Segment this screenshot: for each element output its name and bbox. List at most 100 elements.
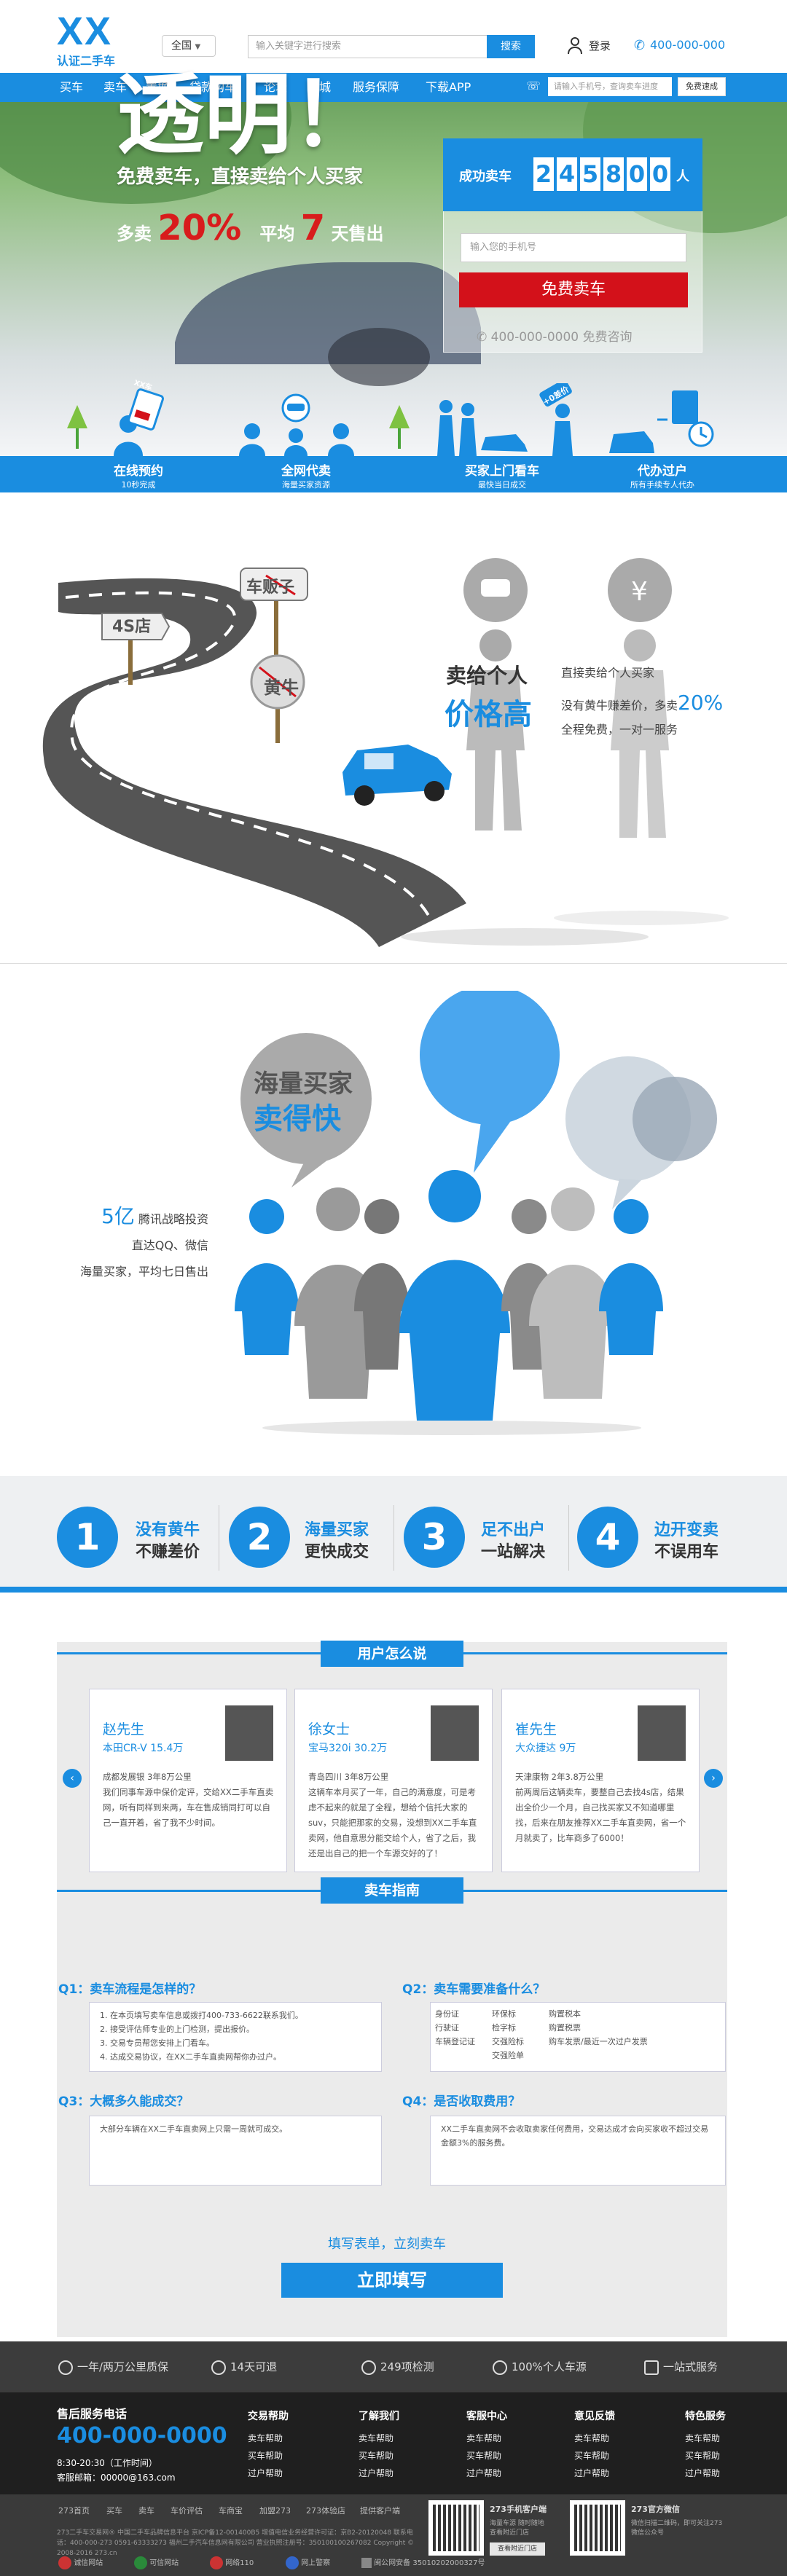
sign-4s-text: 4S店 xyxy=(112,618,152,636)
footer-col-heading: 交易帮助 xyxy=(248,2411,289,2422)
yen-icon: ¥ xyxy=(631,577,648,607)
hero-subtitle: 免费卖车，直接卖给个人买家 xyxy=(117,166,364,188)
doc-cell: 购车发票/最近一次过户发票 xyxy=(549,2037,648,2046)
footer-link[interactable]: 卖车帮助 xyxy=(574,2432,609,2444)
road-title-1: 卖给个人 xyxy=(446,664,528,688)
car-icon xyxy=(342,745,452,806)
phone-number-input[interactable]: 输入您的手机号 xyxy=(461,233,686,262)
footer-link[interactable]: 过户帮助 xyxy=(466,2467,501,2479)
footer-link[interactable]: 卖车帮助 xyxy=(466,2432,501,2444)
docs-row: 车辆登记证 交强险标 购车发票/最近一次过户发票 xyxy=(435,2035,721,2049)
badge-icon xyxy=(361,2558,372,2568)
guarantee-item: 一站式服务 xyxy=(644,2359,718,2375)
feature-title: 边开变卖 xyxy=(654,1521,719,1539)
hero-stat: 多卖 20% 平均 7 天售出 xyxy=(117,208,383,248)
progress-search-button[interactable]: 免费速成 xyxy=(678,77,726,96)
trust-badge[interactable]: 网络110 xyxy=(210,2556,254,2572)
shield-icon xyxy=(58,2360,73,2375)
guarantee-label: 一年/两万公里质保 xyxy=(77,2360,169,2373)
tree-icon xyxy=(389,405,410,449)
hero-stat-days: 7 xyxy=(300,208,326,248)
counter-digit: 0 xyxy=(627,157,647,191)
customer-service-icon xyxy=(239,393,354,456)
doc-cell: 环保标 xyxy=(492,2009,516,2019)
road-line-2: 没有黄牛赚差价，多卖20% xyxy=(561,691,723,715)
logo[interactable]: XX xyxy=(57,10,112,52)
footer-bottom-link[interactable]: 加盟273 xyxy=(259,2505,291,2516)
footer-link[interactable]: 买车帮助 xyxy=(248,2449,283,2462)
hero-stat-percent: 20% xyxy=(157,208,242,248)
buyers-car-icon: +0差价 xyxy=(437,383,573,456)
doc-cell: 购置税票 xyxy=(549,2023,581,2033)
badge-icon xyxy=(134,2556,147,2569)
faq-answer: 大部分车辆在XX二手车直卖网上只需一周就可成交。 xyxy=(89,2116,382,2186)
buyers-line-2: 直达QQ、微信 xyxy=(131,1238,208,1252)
feature-divider xyxy=(568,1505,569,1571)
login-link[interactable]: 登录 xyxy=(589,38,611,53)
trust-badge[interactable]: 诚信网站 xyxy=(58,2556,103,2572)
badge-icon xyxy=(210,2556,223,2569)
footer-bottom-link[interactable]: 273首页 xyxy=(58,2505,90,2516)
app-qr-title: 273手机客户端 xyxy=(490,2505,547,2514)
trust-badge[interactable]: 可信网站 xyxy=(134,2556,179,2572)
nav-item-app[interactable]: 下载APP xyxy=(426,73,471,102)
guarantee-label: 一站式服务 xyxy=(663,2360,719,2373)
footer-link[interactable]: 过户帮助 xyxy=(685,2467,720,2479)
footer-link[interactable]: 过户帮助 xyxy=(574,2467,609,2479)
footer-link[interactable]: 卖车帮助 xyxy=(248,2432,283,2444)
avatar xyxy=(225,1705,273,1761)
guarantee-item: 14天可退 xyxy=(211,2359,277,2375)
carousel-next-button[interactable]: › xyxy=(704,1769,723,1788)
doc-cell: 交强险单 xyxy=(492,2051,524,2060)
trust-badge[interactable]: 网上警察 xyxy=(286,2556,330,2572)
step-subtitle: 海量买家资源 xyxy=(282,480,330,490)
tree-icon xyxy=(67,405,87,449)
footer-link[interactable]: 买车帮助 xyxy=(359,2449,394,2462)
footer-link[interactable]: 卖车帮助 xyxy=(359,2432,394,2444)
docs-row: 身份证 环保标 购置税本 xyxy=(435,2007,721,2021)
footer-bottom-link[interactable]: 提供客户端 xyxy=(360,2505,400,2516)
copyright: 273二手车交易网® 中国二手车品牌信息平台 京ICP备12-001400B5 … xyxy=(57,2529,415,2557)
footer-link[interactable]: 卖车帮助 xyxy=(685,2432,720,2444)
fill-form-button[interactable]: 立即填写 xyxy=(281,2263,503,2298)
footer-link[interactable]: 买车帮助 xyxy=(685,2449,720,2462)
footer-link[interactable]: 过户帮助 xyxy=(248,2467,283,2479)
carousel-prev-button[interactable]: ‹ xyxy=(63,1769,82,1788)
doc-cell: 车辆登记证 xyxy=(435,2037,475,2046)
testimonial-car: 大众捷达 9万 xyxy=(515,1743,576,1754)
guarantee-label: 249项检测 xyxy=(380,2360,434,2373)
road-line-2-percent: 20% xyxy=(678,691,724,715)
footer-bottom-link[interactable]: 买车 xyxy=(106,2505,122,2516)
user-icon xyxy=(567,36,583,55)
footer-link[interactable]: 买车帮助 xyxy=(466,2449,501,2462)
hotline-hours: 8:30-20:30（工作时间） xyxy=(57,2458,157,2468)
footer-bottom-link[interactable]: 车商宝 xyxy=(219,2505,243,2516)
step-network-sale: 全网代卖 海量买家资源 xyxy=(208,456,404,492)
step-transfer: 代办过户 所有手续专人代办 xyxy=(564,456,761,492)
bubble-blue xyxy=(420,991,560,1125)
nav-item-buy[interactable]: 买车 xyxy=(60,73,83,102)
footer-bottom-link[interactable]: 车价评估 xyxy=(171,2505,203,2516)
sign-scalper xyxy=(250,654,305,743)
phone-icon: ✆ xyxy=(477,330,488,345)
testimonials-heading: 用户怎么说 xyxy=(321,1641,463,1667)
road-line-1: 直接卖给个人买家 xyxy=(561,666,655,680)
trust-badge[interactable]: 闽公网安备 35010202000327号 xyxy=(361,2556,485,2572)
free-sell-button[interactable]: 免费卖车 xyxy=(459,272,688,307)
qr-code-wechat xyxy=(570,2500,625,2556)
progress-search-input[interactable]: 请输入手机号，查询卖车进度 xyxy=(548,77,672,96)
doc-cell: 身份证 xyxy=(435,2009,459,2019)
bubble-title-1: 海量买家 xyxy=(254,1069,353,1099)
footer-bottom-link[interactable]: 273体验店 xyxy=(306,2505,345,2516)
search-button[interactable]: 搜索 xyxy=(487,35,535,58)
footer-link[interactable]: 买车帮助 xyxy=(574,2449,609,2462)
counter-digit: 5 xyxy=(580,157,600,191)
nearby-store-button[interactable]: 查看附近门店 xyxy=(490,2542,545,2556)
step-title: 全网代卖 xyxy=(281,464,331,479)
hotline-number: 400-000-0000 xyxy=(57,2423,227,2449)
footer-link[interactable]: 过户帮助 xyxy=(359,2467,394,2479)
footer-bottom-link[interactable]: 卖车 xyxy=(138,2505,154,2516)
features-underline xyxy=(0,1587,787,1593)
guarantee-item: 100%个人车源 xyxy=(493,2359,587,2375)
signal-icon: ☏ xyxy=(526,79,541,93)
